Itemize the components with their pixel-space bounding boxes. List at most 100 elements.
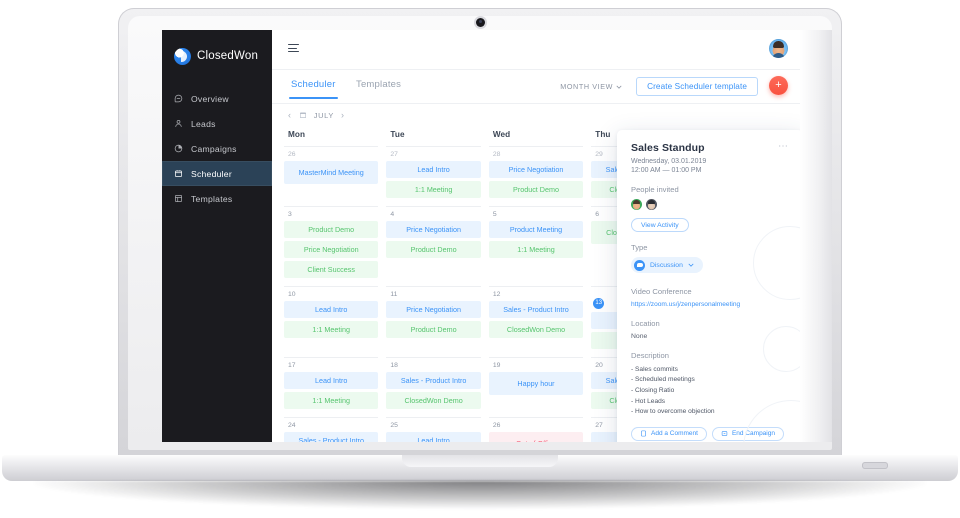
description-line: - Hot Leads (631, 397, 666, 405)
sidebar-item-scheduler[interactable]: Scheduler (162, 161, 272, 186)
description-line: - Sales commits (631, 365, 678, 373)
calendar-event[interactable]: Sales - Product Intro (488, 301, 584, 318)
calendar-icon (175, 170, 182, 177)
grid-icon (175, 195, 182, 202)
calendar-day-cell[interactable]: 5 Product Meeting 1:1 Meeting (485, 206, 587, 286)
add-button[interactable]: + (769, 76, 788, 95)
calendar-day-number: 27 (390, 151, 398, 158)
calendar-day-inner: 17 Lead Intro 1:1 Meeting (284, 357, 379, 417)
calendar-event[interactable]: 1:1 Meeting (284, 321, 379, 338)
calendar-day-cell[interactable]: 12 Sales - Product Intro ClosedWon Demo (485, 286, 587, 357)
next-month-button[interactable]: › (341, 110, 345, 120)
calendar-day-cell[interactable]: 19 Happy hour (485, 357, 587, 417)
webcam-icon (476, 18, 485, 27)
sidebar-item-label: Campaigns (191, 143, 237, 154)
calendar-event[interactable]: Product Demo (386, 321, 481, 338)
calendar-event[interactable]: Product Demo (488, 181, 584, 198)
calendar-event[interactable]: Lead Intro (284, 301, 379, 318)
calendar-day-header: Mon (288, 130, 306, 139)
laptop-base-notch (402, 455, 558, 467)
sidebar-item-leads[interactable]: Leads (162, 111, 272, 136)
calendar-event[interactable]: 1:1 Meeting (488, 241, 584, 258)
app-screen: ClosedWon Overview Leads Campaigns Sched… (162, 30, 800, 442)
sidebar-item-campaigns[interactable]: Campaigns (162, 136, 272, 161)
calendar-event[interactable]: 1:1 Meeting (284, 392, 379, 409)
description-line: - Scheduled meetings (631, 376, 695, 384)
brand: ClosedWon (162, 30, 272, 70)
calendar-day-cell[interactable]: 3 Product Demo Price Negotiation Client Suc… (280, 206, 382, 286)
sidebar-item-templates[interactable]: Templates (162, 186, 272, 211)
calendar-day-inner: 3 Product Demo Price Negotiation Client Suc… (284, 206, 379, 286)
calendar-day-cell[interactable]: 26 MasterMind Meeting (280, 146, 382, 206)
calendar-event[interactable]: ClosedWon Demo (488, 321, 584, 338)
video-conference-link[interactable]: https://zoom.us/j/zenpersonalmeeting (631, 301, 789, 308)
calendar-event[interactable]: Sales - Product Intro (284, 432, 379, 442)
calendar-day-inner: 5 Product Meeting 1:1 Meeting (488, 206, 584, 266)
calendar-day-cell[interactable]: 26 Out of Office (485, 417, 587, 442)
calendar-event[interactable]: Happy hour (488, 372, 584, 395)
calendar-day-inner: 24Sales - Product Intro1:1 Meeting (284, 417, 379, 442)
month-view-selector[interactable]: MONTH VIEW (560, 82, 622, 91)
sidebar-item-overview[interactable]: Overview (162, 86, 272, 111)
calendar-day-cell[interactable]: 24Sales - Product Intro1:1 Meeting (280, 417, 382, 442)
calendar-day-inner: 25Lead Intro1:1 Meeting (386, 417, 481, 442)
panel-time: 12:00 AM — 01:00 PM (631, 167, 702, 174)
calendar-day-cell[interactable]: 28 Price Negotiation Product Demo (485, 146, 587, 206)
calendar-event[interactable]: Sales - Product Intro (386, 372, 481, 389)
laptop-shadow (34, 481, 926, 509)
calendar-event[interactable]: Price Negotiation (488, 161, 584, 178)
calendar-event[interactable]: Product Demo (386, 241, 481, 258)
calendar-icon (299, 112, 306, 118)
event-detail-panel: Sales Standup ⋯ Wednesday, 03.01.2019 12… (617, 130, 800, 442)
invited-avatars (631, 199, 789, 210)
calendar-day-header: Tue (390, 130, 405, 139)
more-options-icon[interactable]: ⋯ (778, 142, 789, 152)
calendar-day-cell[interactable]: 10 Lead Intro 1:1 Meeting (280, 286, 382, 357)
hamburger-menu-icon[interactable] (288, 44, 299, 53)
action-add-a-comment-button[interactable]: Add a Comment (631, 426, 707, 441)
calendar-event[interactable]: Price Negotiation (284, 241, 379, 258)
avatar[interactable] (646, 199, 657, 210)
calendar-event[interactable]: Price Negotiation (386, 221, 481, 238)
calendar-day-inner: 4 Price Negotiation Product Demo (386, 206, 481, 266)
tab-templates[interactable]: Templates (356, 79, 401, 90)
calendar-day-cell[interactable]: 11 Price Negotiation Product Demo (382, 286, 484, 357)
calendar-day-number: 24 (288, 422, 296, 429)
panel-title: Sales Standup (631, 142, 705, 154)
pie-chart-icon (174, 144, 183, 153)
top-bar (272, 30, 800, 70)
create-scheduler-template-button[interactable]: Create Scheduler template (636, 77, 758, 96)
calendar-event[interactable]: Out of Office (488, 432, 584, 442)
calendar-event[interactable]: Product Demo (284, 221, 379, 238)
user-avatar-icon[interactable] (769, 39, 788, 58)
calendar-event[interactable]: Lead Intro (284, 372, 379, 389)
calendar-day-number: 5 (492, 211, 497, 218)
month-view-label: MONTH VIEW (560, 82, 613, 91)
closedwon-logo-icon (174, 47, 191, 65)
calendar-event[interactable]: 1:1 Meeting (386, 181, 481, 198)
calendar-day-number: 12 (492, 291, 501, 298)
tab-scheduler[interactable]: Scheduler (289, 79, 338, 99)
chevron-down-icon (616, 85, 622, 89)
calendar-event[interactable]: Product Meeting (488, 221, 584, 238)
avatar[interactable] (631, 199, 642, 210)
calendar-day-cell[interactable]: 17 Lead Intro 1:1 Meeting (280, 357, 382, 417)
calendar-day-number: 26 (288, 151, 296, 158)
sidebar-item-label: Scheduler (191, 168, 232, 179)
calendar-event[interactable]: Client Success (284, 261, 379, 278)
prev-month-button[interactable]: ‹ (288, 110, 292, 120)
calendar-event[interactable]: ClosedWon Demo (386, 392, 481, 409)
calendar-day-cell[interactable]: 18 Sales - Product Intro ClosedWon Demo (382, 357, 484, 417)
calendar-event[interactable]: Price Negotiation (386, 301, 481, 318)
calendar-day-cell[interactable]: 25Lead Intro1:1 Meeting (382, 417, 484, 442)
calendar-event[interactable]: Lead Intro (386, 432, 481, 442)
calendar-event[interactable]: Lead Intro (386, 161, 481, 178)
person-icon (175, 119, 182, 127)
tabs-bar: Scheduler Templates MONTH VIEW Create Sc… (272, 70, 800, 104)
calendar-day-cell[interactable]: 27 Lead Intro 1:1 Meeting (382, 146, 484, 206)
type-dropdown[interactable]: Discussion (631, 257, 703, 273)
view-activity-button[interactable]: View Activity (631, 218, 689, 232)
calendar-event[interactable]: MasterMind Meeting (284, 161, 379, 184)
calendar-day-number: 18 (390, 362, 398, 369)
calendar-day-cell[interactable]: 4 Price Negotiation Product Demo (382, 206, 484, 286)
